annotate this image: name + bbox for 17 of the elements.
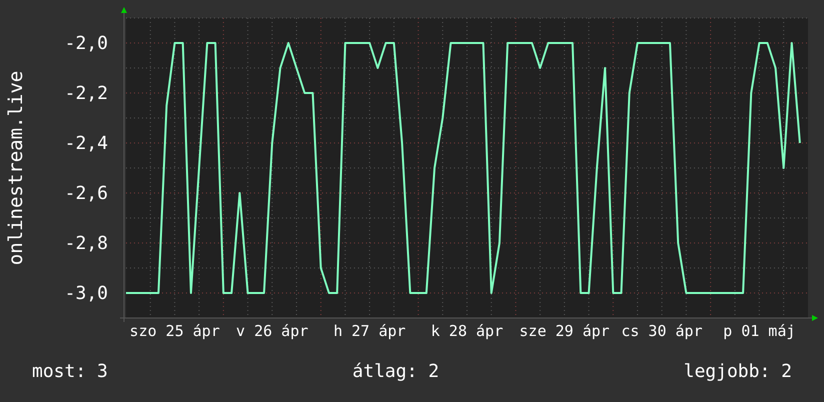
x-tick-label: sze 29 ápr	[519, 322, 610, 340]
y-tick-label: -2,6	[64, 183, 108, 204]
y-tick-label: -3,0	[64, 283, 108, 304]
y-tick-label: -2,8	[64, 233, 108, 254]
y-tick-label: -2,2	[64, 83, 108, 104]
x-tick-label: cs 30 ápr	[621, 322, 702, 340]
y-tick-label: -2,0	[64, 33, 108, 54]
y-tick-label: -2,4	[64, 133, 108, 154]
x-tick-label: szo 25 ápr	[130, 322, 220, 340]
x-tick-label: v 26 ápr	[236, 322, 308, 340]
legend-stat: legjobb: 2	[684, 360, 792, 384]
x-tick-label: k 28 ápr	[430, 322, 504, 340]
x-tick-label: h 27 ápr	[333, 322, 406, 340]
y-axis-title: onlinestream.live	[5, 70, 27, 266]
legend-stat: most: 3	[32, 360, 108, 384]
x-tick-label: p 01 máj	[723, 322, 796, 340]
legend-stat: átlag: 2	[352, 360, 440, 384]
